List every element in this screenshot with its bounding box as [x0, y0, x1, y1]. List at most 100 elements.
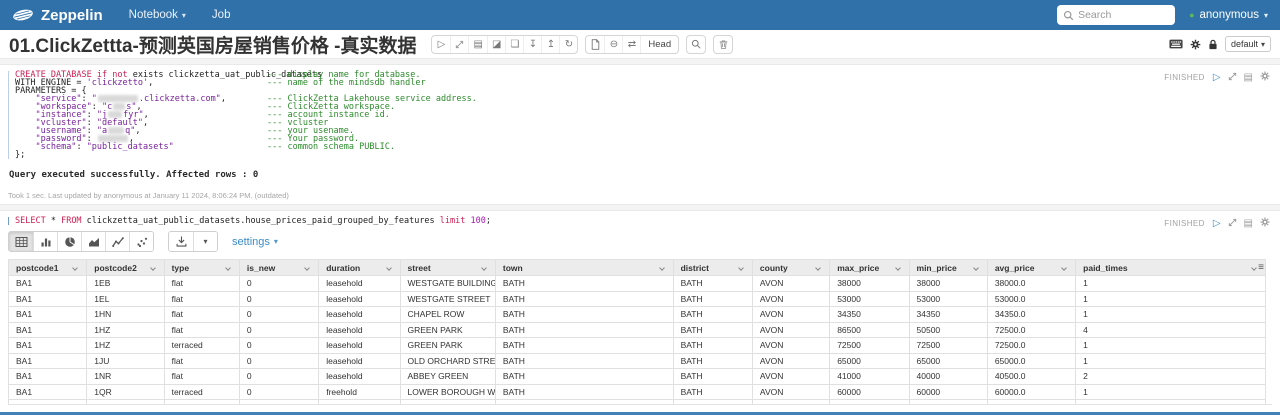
code-editor[interactable]: CREATE DATABASE if not exists clickzetta… — [8, 71, 1272, 159]
column-header-district[interactable]: district — [673, 260, 752, 276]
table-cell: BA1 — [9, 384, 87, 400]
toolbar-group: ⊖⇄Head — [585, 35, 679, 54]
note-title[interactable]: 01.ClickZettta-预测英国房屋销售价格 -真实数据 — [9, 31, 416, 58]
scatter-chart-button[interactable] — [129, 232, 153, 251]
table-cell: 34350 — [830, 307, 909, 323]
column-label: paid_times — [1083, 263, 1127, 273]
pie-chart-button[interactable] — [57, 232, 81, 251]
show-hide-code-button[interactable] — [450, 36, 468, 53]
remove-note-icon — [719, 39, 728, 50]
download-options-button[interactable]: ▾ — [193, 232, 217, 251]
table-view-button[interactable] — [9, 232, 33, 251]
column-label: town — [503, 263, 523, 273]
clear-output-button[interactable]: ◪ — [487, 36, 505, 53]
version-control-button[interactable]: ↻ — [559, 36, 577, 53]
table-cell: 60000 — [909, 384, 987, 400]
result-table-container[interactable]: postcode1postcode2typeis_newdurationstre… — [8, 259, 1272, 405]
table-row[interactable]: BA11HZflat0leaseholdGREEN PARKBATHBATHAV… — [9, 322, 1266, 338]
column-header-avg_price[interactable]: avg_price — [987, 260, 1075, 276]
sort-chevron-icon[interactable] — [481, 265, 487, 271]
nav-job[interactable]: Job — [212, 9, 231, 21]
table-cell: AVON — [752, 384, 829, 400]
file-icon — [591, 39, 600, 50]
sort-chevron-icon[interactable] — [973, 265, 979, 271]
theta-button[interactable]: ⊖ — [604, 36, 622, 53]
table-cell: 0 — [239, 291, 318, 307]
table-cell: BA1 — [9, 322, 87, 338]
code-editor[interactable]: SELECT * FROM clickzetta_uat_public_data… — [8, 217, 1272, 225]
area-chart-button[interactable] — [81, 232, 105, 251]
search-box[interactable] — [1057, 5, 1175, 25]
table-cell: 34350 — [909, 307, 987, 323]
sort-chevron-icon[interactable] — [738, 265, 744, 271]
column-header-paid_times[interactable]: paid_times ≡ — [1076, 260, 1266, 276]
interpreter-gear-button[interactable] — [1190, 39, 1201, 50]
table-row[interactable]: BA11ELflat0leaseholdWESTGATE STREETBATHB… — [9, 291, 1266, 307]
column-header-max_price[interactable]: max_price — [830, 260, 909, 276]
file-button[interactable] — [586, 36, 604, 53]
column-header-county[interactable]: county — [752, 260, 829, 276]
display-mode-select[interactable]: default ▾ — [1225, 36, 1271, 52]
sort-chevron-icon[interactable] — [1251, 265, 1257, 271]
table-row[interactable]: BA11QRterraced0freeholdLOWER BOROUGH WAL… — [9, 384, 1266, 400]
table-row[interactable]: BA11NRflat0leaseholdABBEY GREENBATHBATHA… — [9, 369, 1266, 385]
column-menu-icon[interactable]: ≡ — [1258, 262, 1264, 273]
sort-chevron-icon[interactable] — [895, 265, 901, 271]
scatter-chart-icon — [136, 236, 148, 248]
code-line: "service": ".clickzetta.com",--- ClickZe… — [15, 95, 1272, 103]
paragraph-create-database[interactable]: FINISHED ▷▤ CREATE DATABASE if not exist… — [0, 65, 1280, 204]
settings-toggle[interactable]: settings ▾ — [232, 236, 278, 248]
column-header-is_new[interactable]: is_new — [239, 260, 318, 276]
paragraph-select-query[interactable]: FINISHED ▷▤ SELECT * FROM clickzetta_uat… — [0, 211, 1280, 417]
download-data-button[interactable] — [169, 232, 193, 251]
sort-chevron-icon[interactable] — [815, 265, 821, 271]
table-cell: 0 — [239, 369, 318, 385]
table-row[interactable]: BA11HNflat0leaseholdCHAPEL ROWBATHBATHAV… — [9, 307, 1266, 323]
paragraph-footer: Took 1 sec. Last updated by anonymous at… — [8, 191, 1272, 200]
column-header-type[interactable]: type — [164, 260, 239, 276]
table-cell — [1076, 400, 1266, 406]
table-row[interactable]: BA11EBflat0leaseholdWESTGATE BUILDINGSBA… — [9, 276, 1266, 292]
nav-notebook[interactable]: Notebook ▾ — [129, 9, 186, 21]
sort-chevron-icon[interactable] — [150, 265, 156, 271]
table-row[interactable]: BA11HZterraced0leaseholdGREEN PARKBATHBA… — [9, 338, 1266, 354]
code-token: clickzetta_uat_public_datasets.house_pri… — [82, 216, 440, 226]
code-line: "schema": "public_datasets"--- common sc… — [15, 143, 1272, 151]
clone-note-button[interactable]: ❏ — [505, 36, 523, 53]
column-header-postcode2[interactable]: postcode2 — [87, 260, 164, 276]
table-cell: leasehold — [319, 307, 400, 323]
sort-chevron-icon[interactable] — [304, 265, 310, 271]
run-all-paragraphs-button[interactable]: ▷ — [432, 36, 450, 53]
sort-chevron-icon[interactable] — [386, 265, 392, 271]
column-header-street[interactable]: street — [400, 260, 495, 276]
line-chart-button[interactable] — [105, 232, 129, 251]
table-cell: BA1 — [9, 353, 87, 369]
remove-note-button[interactable] — [714, 36, 732, 53]
column-header-min_price[interactable]: min_price — [909, 260, 987, 276]
table-row[interactable]: BA11JUflat0leaseholdOLD ORCHARD STREETBA… — [9, 353, 1266, 369]
bar-chart-button[interactable] — [33, 232, 57, 251]
zeppelin-brand[interactable]: Zeppelin — [12, 7, 103, 24]
table-cell: BATH — [495, 291, 673, 307]
permissions-lock-button[interactable] — [1208, 39, 1218, 50]
export-note-button[interactable]: ↧ — [523, 36, 541, 53]
switch-view-button[interactable]: ⇄ — [622, 36, 640, 53]
sort-chevron-icon[interactable] — [659, 265, 665, 271]
table-cell: WESTGATE STREET — [400, 291, 495, 307]
column-header-postcode1[interactable]: postcode1 — [9, 260, 87, 276]
sort-chevron-icon[interactable] — [225, 265, 231, 271]
user-menu[interactable]: ● anonymous ▾ — [1189, 9, 1268, 21]
table-cell — [9, 400, 87, 406]
sort-chevron-icon[interactable] — [72, 265, 78, 271]
import-note-button[interactable]: ↥ — [541, 36, 559, 53]
shortcuts-button[interactable] — [1169, 39, 1183, 49]
column-header-town[interactable]: town — [495, 260, 673, 276]
table-cell: AVON — [752, 291, 829, 307]
search-input[interactable] — [1078, 9, 1164, 21]
show-hide-output-button[interactable]: ▤ — [468, 36, 486, 53]
search-note-button[interactable] — [687, 36, 705, 53]
head-version-button[interactable]: Head — [640, 36, 678, 53]
code-line: "password": ,--- Your password. — [15, 135, 1272, 143]
column-header-duration[interactable]: duration — [319, 260, 400, 276]
sort-chevron-icon[interactable] — [1061, 265, 1067, 271]
